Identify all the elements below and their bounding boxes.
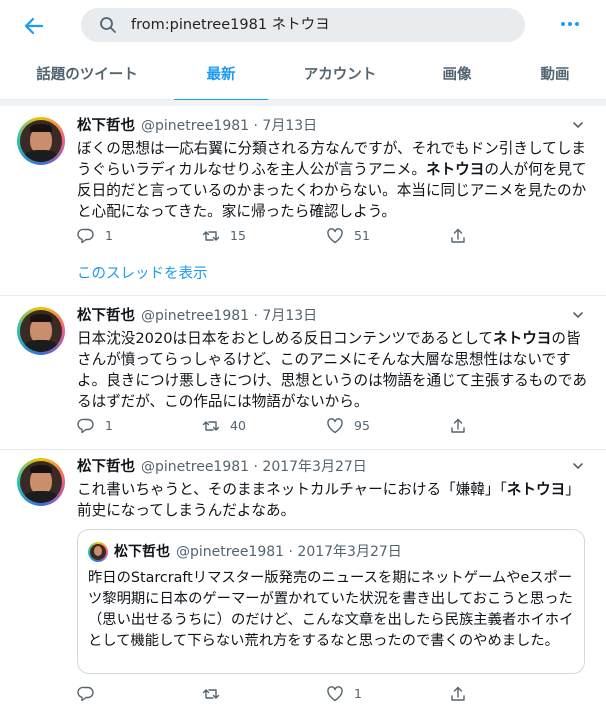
search-highlight: ネトウヨ xyxy=(493,330,552,347)
reply-count: 1 xyxy=(105,228,113,243)
heart-icon xyxy=(327,686,343,702)
tweet-text: これ書いちゃうと、そのままネットカルチャーにおける「嫌韓」「ネトウヨ」前史になっ… xyxy=(77,479,587,521)
tweet-header: 松下哲也 @pinetree1981 · 7月13日 xyxy=(77,306,317,326)
tweet-actions: 1 15 51 xyxy=(77,226,547,246)
tab-videos[interactable]: 動画 xyxy=(525,52,585,100)
retweet-icon xyxy=(202,421,220,431)
display-name[interactable]: 松下哲也 xyxy=(77,118,135,134)
chevron-down-icon[interactable] xyxy=(570,118,586,134)
heart-icon xyxy=(327,228,343,244)
reply-icon xyxy=(77,686,94,702)
avatar[interactable] xyxy=(17,117,65,165)
like-count: 95 xyxy=(354,418,370,433)
quoted-display-name: 松下哲也 xyxy=(114,544,170,560)
tab-label: 画像 xyxy=(442,67,472,83)
tweet[interactable]: 松下哲也 @pinetree1981 · 2017年3月27日 これ書いちゃうと、… xyxy=(0,450,606,720)
more-dots-icon[interactable] xyxy=(558,14,582,34)
tab-latest[interactable]: 最新 xyxy=(174,52,268,101)
search-box[interactable]: from:pinetree1981 ネトウヨ xyxy=(81,8,525,42)
tab-images[interactable]: 画像 xyxy=(425,52,489,100)
tweet[interactable]: 松下哲也 @pinetree1981 · 7月13日 日本沈没2020は日本をおと… xyxy=(0,296,606,450)
tweet-text-part: これ書いちゃうと、そのままネットカルチャーにおける「嫌韓」「 xyxy=(77,481,507,498)
share-icon xyxy=(451,418,465,433)
reply-icon xyxy=(77,228,94,244)
handle-and-date[interactable]: @pinetree1981 · 7月13日 xyxy=(141,308,317,324)
tweet-text: ぼくの思想は一応右翼に分類される方なんですが、それでもドン引きしてしまうぐらいラ… xyxy=(77,138,587,222)
share-icon xyxy=(451,686,465,701)
share-icon xyxy=(451,228,465,243)
tweet-actions: 1 xyxy=(77,684,547,704)
tab-label: 話題のツイート xyxy=(36,67,138,83)
retweet-icon xyxy=(202,231,220,241)
retweet-count: 15 xyxy=(230,228,246,243)
avatar[interactable] xyxy=(17,307,65,355)
back-arrow-icon[interactable] xyxy=(20,12,48,40)
display-name[interactable]: 松下哲也 xyxy=(77,308,135,324)
display-name[interactable]: 松下哲也 xyxy=(77,459,135,475)
tweet-header: 松下哲也 @pinetree1981 · 7月13日 xyxy=(77,116,317,136)
tweet-header: 松下哲也 @pinetree1981 · 2017年3月27日 xyxy=(77,457,367,477)
retweet-count: 40 xyxy=(230,418,246,433)
like-count: 51 xyxy=(354,228,370,243)
like-count: 1 xyxy=(354,686,362,701)
top-bar: from:pinetree1981 ネトウヨ xyxy=(0,0,606,52)
chevron-down-icon[interactable] xyxy=(570,459,586,475)
show-thread-link[interactable]: このスレッドを表示 xyxy=(77,264,208,284)
handle-and-date[interactable]: @pinetree1981 · 7月13日 xyxy=(141,118,317,134)
reply-count: 1 xyxy=(105,418,113,433)
quoted-tweet[interactable]: 松下哲也 @pinetree1981 · 2017年3月27日 昨日のStarcr… xyxy=(77,529,585,674)
tweet[interactable]: 松下哲也 @pinetree1981 · 7月13日 ぼくの思想は一応右翼に分類さ… xyxy=(0,106,606,296)
tab-top[interactable]: 話題のツイート xyxy=(25,52,149,100)
retweet-icon xyxy=(202,689,220,699)
tab-label: アカウント xyxy=(303,67,377,83)
search-highlight: ネトウヨ xyxy=(506,481,566,498)
avatar[interactable] xyxy=(17,458,65,506)
tweet-text: 日本沈没2020は日本をおとしめる反日コンテンツであるとしてネトウヨの皆さんが憤… xyxy=(77,328,587,412)
quoted-handle-and-date: @pinetree1981 · 2017年3月27日 xyxy=(176,544,402,560)
search-highlight: ネトウヨ xyxy=(425,161,485,178)
tab-label: 最新 xyxy=(206,67,236,83)
tab-label: 動画 xyxy=(540,67,570,83)
tab-accounts[interactable]: アカウント xyxy=(290,52,390,100)
handle-and-date[interactable]: @pinetree1981 · 2017年3月27日 xyxy=(141,459,367,475)
search-icon xyxy=(100,17,116,33)
search-tabs: 話題のツイート 最新 アカウント 画像 動画 xyxy=(0,52,606,101)
tweet-actions: 1 40 95 xyxy=(77,416,547,436)
heart-icon xyxy=(327,418,343,434)
quoted-text: 昨日のStarcraftリマスター版発売のニュースを期にネットゲームやeスポーツ… xyxy=(88,570,574,649)
search-input[interactable]: from:pinetree1981 ネトウヨ xyxy=(131,8,330,42)
quoted-avatar xyxy=(88,542,108,562)
tweet-text-part: 日本沈没2020は日本をおとしめる反日コンテンツであるとして xyxy=(77,330,493,347)
quoted-header: 松下哲也 @pinetree1981 · 2017年3月27日 xyxy=(114,542,402,562)
reply-icon xyxy=(77,418,94,434)
chevron-down-icon[interactable] xyxy=(570,308,586,324)
